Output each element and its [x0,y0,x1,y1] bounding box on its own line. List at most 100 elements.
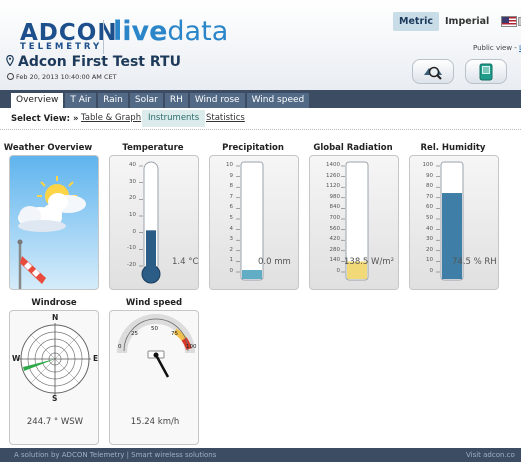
global-radiation-tick-label: 1260 [326,172,340,179]
temperature-tick-label: 30 [129,178,136,185]
global-radiation-tick-label: 1400 [326,162,340,168]
temperature-card[interactable]: 40 30 20 10 0 -10 -20 1.4 °C [109,155,199,290]
weather-overview-card[interactable] [9,155,99,290]
compass-east: E [93,354,99,363]
rel-humidity-value: 74.5 % RH [452,257,497,267]
wind-speed-scale-75: 75 [171,331,178,337]
select-view-label: Select View: » [11,114,79,124]
tab-t-air[interactable]: T Air [65,93,97,108]
global-radiation-tick-label: 1120 [326,183,340,190]
compass-west: W [12,354,21,363]
view-instruments[interactable]: Instruments [142,110,206,127]
global-radiation-tick-label: 0 [336,268,341,274]
weather-overview-title: Weather Overview [3,143,93,153]
precipitation-tick-label: 5 [229,215,234,221]
precipitation-tick-label: 10 [226,162,233,168]
tab-solar[interactable]: Solar [129,93,163,108]
tab-rain[interactable]: Rain [98,93,128,108]
global-radiation-title: Global Radiation [313,143,393,153]
location-pin-icon [6,55,14,66]
view-statistics[interactable]: Statistics [200,110,251,126]
precipitation-tick-label: 6 [229,204,234,211]
livedata-logo[interactable]: livedata [113,16,228,47]
rel-humidity-tick-label: 100 [422,162,434,168]
select-view-divider [0,129,521,130]
rel-humidity-title: Rel. Humidity [420,143,486,153]
station-title: Adcon First Test RTU [6,54,181,70]
rel-humidity-tick-label: 40 [426,225,433,232]
global-radiation-tick-label: 840 [329,204,341,211]
global-radiation-tick-label: 560 [329,225,341,232]
wind-speed-scale-0: 0 [118,344,122,350]
temperature-tick-label: 20 [129,195,136,202]
tab-overview[interactable]: Overview [11,93,64,109]
metric-button[interactable]: Metric [393,11,440,31]
rel-humidity-tick-label: 70 [426,193,433,200]
footer-link[interactable]: Visit adcon.co [466,451,515,459]
cloud-icon [18,193,86,232]
rel-humidity-card[interactable]: 100 90 80 70 60 50 40 30 20 10 0 74.5 % RH [409,155,499,290]
public-view-label: Public view - [473,44,520,52]
view-table-graph[interactable]: Table & Graph [75,110,147,126]
select-view-bar: Select View: » Table & Graph Instruments… [0,109,521,129]
wind-speed-scale-25: 25 [131,331,138,337]
precipitation-tick-label: 7 [229,193,234,200]
precipitation-tick-label: 8 [229,183,234,190]
rel-humidity-tick-label: 90 [426,172,433,179]
livedata-logo-bold: live [113,16,168,47]
global-radiation-card[interactable]: 1400 1260 1120 980 840 700 560 420 280 140 0 138.5… [309,155,399,290]
unit-switch: Metric Imperial ? [393,10,521,32]
rel-humidity-tick-label: 60 [426,204,433,211]
precipitation-title: Precipitation [222,143,284,153]
global-radiation-value: 138.5 W/m² [344,257,394,267]
tab-wind-rose[interactable]: Wind rose [189,93,245,108]
livedata-logo-rest: data [167,16,229,47]
thermometer-gauge [139,161,161,284]
global-radiation-tick-label: 140 [329,257,341,264]
tab-wind-speed[interactable]: Wind speed [246,93,310,108]
compass-south: S [52,394,58,403]
global-radiation-tick-label: 700 [329,215,341,221]
map-search-button[interactable] [412,59,454,84]
precipitation-card[interactable]: 10 9 8 7 6 5 4 3 2 1 0 0.0 mm [209,155,299,290]
logo-divider [103,20,104,54]
clock-icon [7,73,14,80]
global-radiation-tick-label: 980 [329,193,341,200]
global-radiation-tick-label: 280 [329,246,341,253]
temperature-tick-label: 0 [132,228,137,235]
rel-humidity-tick-label: 0 [429,268,434,274]
wind-speed-scale-50: 50 [151,326,158,332]
temperature-tick-label: 10 [129,212,136,218]
tab-rh[interactable]: RH [164,93,188,108]
wind-speed-value: 15.24 km/h [130,417,180,427]
map-search-icon [424,66,442,80]
windrose-card[interactable]: N E S W 244.7 ° WSW [9,310,99,445]
compass-north: N [52,313,59,322]
app-header: ADCON TELEMETRY livedata Metric Imperial… [0,0,521,90]
device-button[interactable] [465,59,507,84]
precipitation-tick-label: 1 [229,257,234,264]
temperature-value: 1.4 °C [172,257,199,267]
global-radiation-tick-label: 420 [329,236,341,243]
station-name: Adcon First Test RTU [18,54,181,70]
precipitation-value: 0.0 mm [258,257,291,267]
weather-illustration [17,176,86,289]
wind-speed-title: Wind speed [125,298,183,308]
rel-humidity-tick-label: 80 [426,183,433,190]
precipitation-tick-label: 4 [229,225,234,232]
language-flag-icon[interactable] [501,15,518,27]
temperature-tick-label: 40 [129,162,136,168]
windsock-icon [17,239,46,289]
rel-humidity-tick-label: 10 [426,257,433,264]
wind-speed-scale-100: 100 [186,344,197,350]
precipitation-tick-label: 9 [229,172,234,179]
imperial-button[interactable]: Imperial [439,12,495,31]
precipitation-tick-label: 2 [229,246,234,253]
adcon-logo-subtitle: TELEMETRY [20,42,103,52]
wind-speed-card[interactable]: 0 25 50 75 100 15.24 km/h [109,310,199,445]
public-view: Public view - Lo [473,44,521,52]
temperature-title: Temperature [122,143,184,153]
rel-humidity-tick-label: 20 [426,246,433,253]
footer-text: A solution by ADCON Telemetry | Smart wi… [14,451,217,459]
device-icon [479,63,493,80]
